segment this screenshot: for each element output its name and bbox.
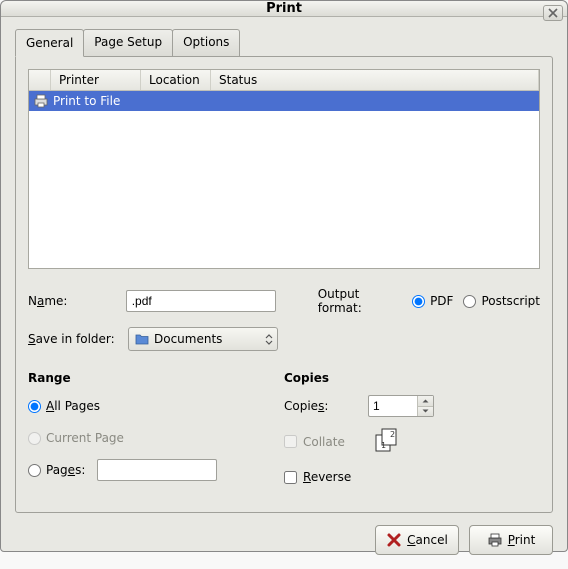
save-folder-value: Documents xyxy=(154,332,222,346)
name-row: Name: Output format: PDF Postscript xyxy=(28,287,540,315)
radio-current-page-label: Current Page xyxy=(46,431,124,445)
print-button[interactable]: Print xyxy=(469,525,553,555)
check-reverse-label: Reverse xyxy=(303,470,351,484)
check-collate: Collate xyxy=(284,435,345,449)
cancel-button[interactable]: Cancel xyxy=(375,525,459,555)
printer-list: Printer Location Status Print to File xyxy=(28,69,540,269)
header-location[interactable]: Location xyxy=(141,70,211,90)
sections: Range All Pages Current Page xyxy=(28,371,540,498)
combo-arrows-icon xyxy=(265,334,273,345)
svg-text:1: 1 xyxy=(381,441,386,450)
copies-label: Copies: xyxy=(284,399,368,413)
radio-current-page: Current Page xyxy=(28,431,124,445)
copies-section: Copies Copies: xyxy=(284,371,540,498)
check-collate-label: Collate xyxy=(303,435,345,449)
tab-panel-general: Printer Location Status Print to File Na… xyxy=(15,56,553,513)
header-icon-col xyxy=(29,70,51,90)
radio-all-pages-label: All Pages xyxy=(46,399,100,413)
print-dialog: Print General Page Setup Options Printer… xyxy=(0,0,568,552)
titlebar: Print xyxy=(1,1,567,17)
radio-pages-input[interactable] xyxy=(28,464,41,477)
tab-options[interactable]: Options xyxy=(172,29,240,56)
copies-spin-down[interactable] xyxy=(418,407,433,417)
range-title: Range xyxy=(28,371,284,385)
close-icon xyxy=(548,8,558,18)
save-folder-row: Save in folder: Documents xyxy=(28,327,540,351)
header-printer[interactable]: Printer xyxy=(51,70,141,90)
printer-row-print-to-file[interactable]: Print to File xyxy=(29,91,539,111)
pages-input[interactable] xyxy=(97,459,217,481)
cancel-label: Cancel xyxy=(407,533,448,547)
radio-all-pages[interactable]: All Pages xyxy=(28,399,100,413)
printer-icon xyxy=(33,93,49,109)
copies-title: Copies xyxy=(284,371,540,385)
name-label: Name: xyxy=(28,294,126,308)
save-folder-label: Save in folder: xyxy=(28,332,128,346)
radio-postscript-label: Postscript xyxy=(481,294,540,308)
range-section: Range All Pages Current Page xyxy=(28,371,284,498)
radio-current-page-input xyxy=(28,432,41,445)
cancel-icon xyxy=(386,532,402,548)
printer-name: Print to File xyxy=(53,94,120,108)
output-format-group: Output format: PDF Postscript xyxy=(318,287,540,315)
copies-spin-up[interactable] xyxy=(418,396,433,407)
dialog-body: General Page Setup Options Printer Locat… xyxy=(1,17,567,569)
copies-spinner[interactable] xyxy=(368,395,434,417)
collate-icon: 1 2 xyxy=(373,427,399,456)
save-folder-combo[interactable]: Documents xyxy=(128,327,278,351)
tab-general[interactable]: General xyxy=(15,29,84,57)
radio-postscript-input[interactable] xyxy=(463,295,476,308)
radio-pages-label: Pages: xyxy=(46,463,85,477)
radio-postscript[interactable]: Postscript xyxy=(463,294,540,308)
tab-page-setup[interactable]: Page Setup xyxy=(83,29,173,56)
print-icon xyxy=(487,532,503,548)
radio-pdf-input[interactable] xyxy=(412,295,425,308)
radio-pdf-label: PDF xyxy=(430,294,453,308)
output-format-label: Output format: xyxy=(318,287,402,315)
tab-bar: General Page Setup Options xyxy=(15,29,553,56)
check-reverse[interactable]: Reverse xyxy=(284,470,351,484)
radio-pages[interactable]: Pages: xyxy=(28,463,85,477)
print-label: Print xyxy=(508,533,536,547)
svg-text:2: 2 xyxy=(390,430,395,439)
button-row: Cancel Print xyxy=(15,525,553,555)
copies-input[interactable] xyxy=(369,396,417,416)
printer-list-header: Printer Location Status xyxy=(29,70,539,91)
close-button[interactable] xyxy=(543,5,563,21)
folder-icon xyxy=(135,333,149,345)
radio-all-pages-input[interactable] xyxy=(28,400,41,413)
check-collate-input xyxy=(284,435,297,448)
check-reverse-input[interactable] xyxy=(284,471,297,484)
name-input[interactable] xyxy=(126,290,276,312)
radio-pdf[interactable]: PDF xyxy=(412,294,453,308)
window-title: Print xyxy=(266,1,302,16)
header-status[interactable]: Status xyxy=(211,70,539,90)
